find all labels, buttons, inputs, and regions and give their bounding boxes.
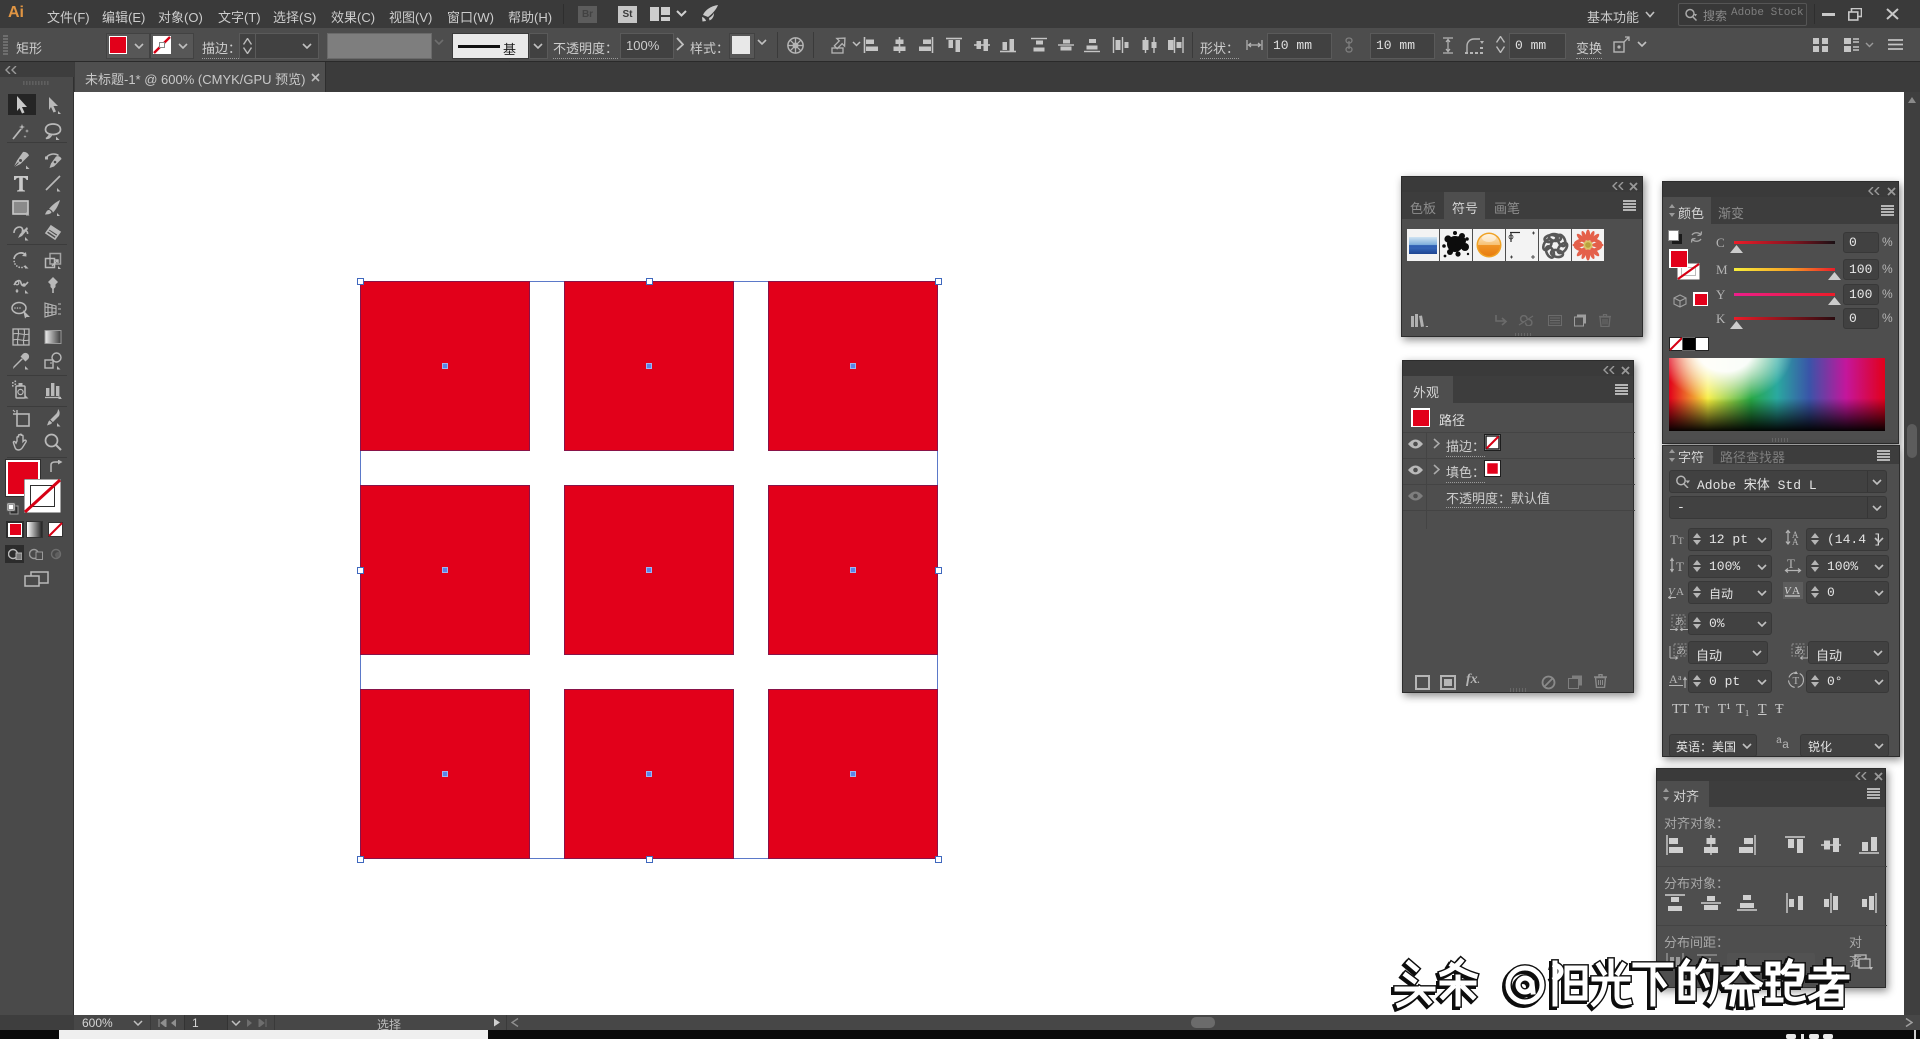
svg-text:あ: あ [1675, 616, 1685, 629]
svg-text:T: T [1676, 559, 1684, 573]
svg-text:A: A [1792, 537, 1799, 546]
svg-text:a: a [1678, 673, 1682, 682]
svg-text:V: V [1784, 585, 1792, 597]
svg-text:T: T [1670, 532, 1678, 546]
svg-text:V: V [1668, 586, 1676, 598]
svg-text:あ: あ [1794, 645, 1804, 658]
svg-text:T: T [1678, 536, 1684, 546]
svg-text:T: T [1793, 675, 1800, 687]
svg-text:A: A [1669, 672, 1678, 686]
svg-text:あ: あ [1676, 645, 1686, 658]
svg-text:A: A [1676, 586, 1684, 598]
svg-text:A: A [1792, 585, 1800, 597]
